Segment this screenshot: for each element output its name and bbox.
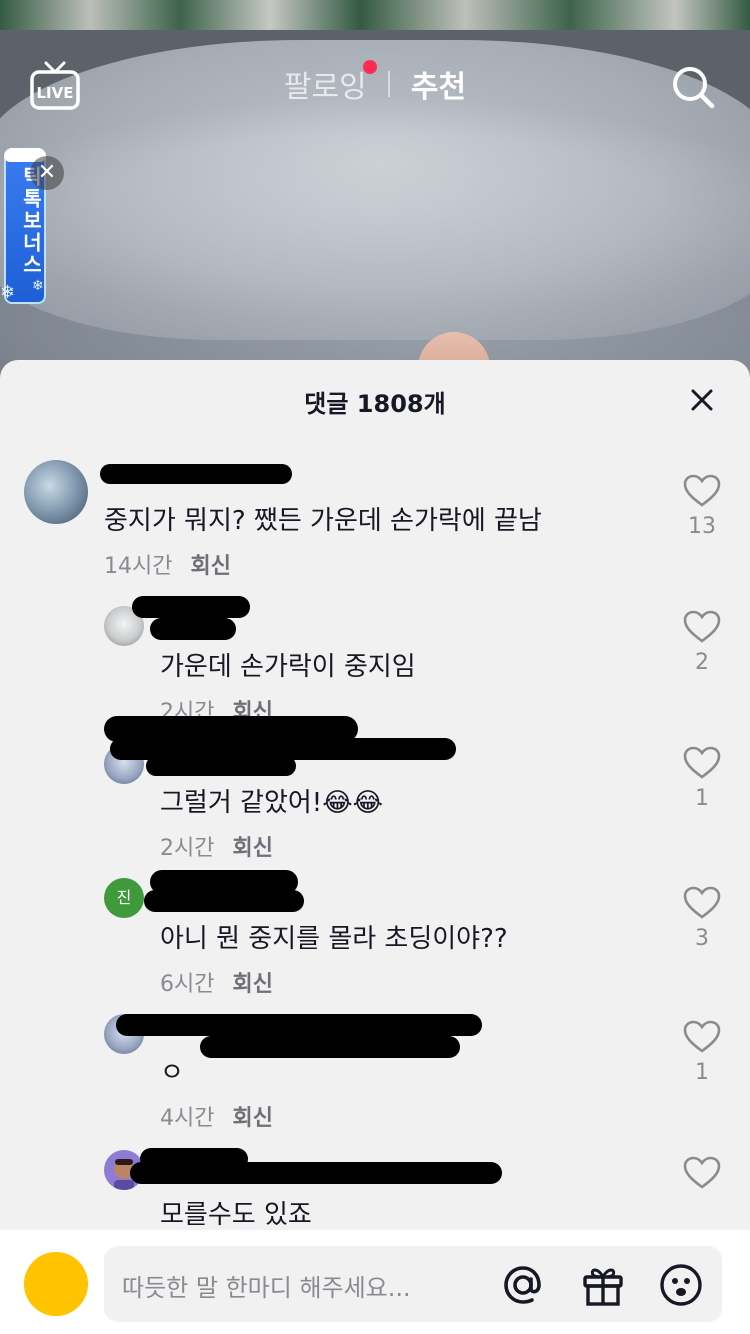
snowflake-icon: ❄ <box>32 278 44 294</box>
notification-dot <box>362 60 377 74</box>
like-count: 1 <box>695 786 709 811</box>
like-button[interactable]: 1 <box>680 746 724 811</box>
tab-recommended-label: 추천 <box>410 70 467 105</box>
comment-text: 중지가 뭐지? 쨌든 가운데 손가락에 끝남 <box>104 506 542 536</box>
redaction-mark <box>200 1036 460 1058</box>
mention-button[interactable] <box>500 1262 546 1308</box>
comment-text: 아니 뭔 중지를 몰라 초딩이야?? <box>160 924 508 954</box>
reply-button[interactable]: 회신 <box>190 554 230 579</box>
at-sign-icon <box>504 1266 541 1304</box>
reply-button[interactable]: 회신 <box>232 972 272 997</box>
comments-sheet: 댓글 1808개 s 중지가 뭐지? 쨌든 가운데 손가락에 끝남 14시간회신… <box>0 360 750 1334</box>
heart-icon <box>683 610 721 643</box>
comment-meta: 4시간 회신 <box>160 1100 273 1132</box>
like-button[interactable]: 13 <box>680 474 724 539</box>
like-count: 3 <box>695 926 709 951</box>
heart-icon <box>683 746 721 779</box>
tab-following[interactable]: 팔로잉 <box>283 60 377 106</box>
like-button[interactable]: 1 <box>680 1020 724 1085</box>
heart-icon <box>683 474 721 507</box>
reply-button[interactable]: 회신 <box>232 836 272 861</box>
comment-time: 4시간 <box>160 1106 215 1131</box>
emoji-button[interactable] <box>658 1262 704 1308</box>
top-navigation: LIVE 팔로잉 추천 <box>0 52 750 116</box>
redaction-mark <box>132 596 250 618</box>
emoji-icon <box>660 1264 702 1306</box>
comment-meta: 6시간 회신 <box>160 966 273 998</box>
heart-icon <box>683 886 721 919</box>
snowflake-icon: ❄ <box>0 282 16 303</box>
my-avatar[interactable] <box>24 1252 88 1316</box>
comments-header: 댓글 1808개 <box>0 360 750 440</box>
comment-time: 14시간 <box>104 554 173 579</box>
search-button[interactable] <box>670 64 716 110</box>
comment-time: 2시간 <box>160 836 215 861</box>
gift-icon <box>583 1268 623 1306</box>
comment-text: ㅇ <box>160 1058 184 1088</box>
redaction-mark <box>100 464 292 484</box>
comment-text: 모를수도 있죠 <box>160 1200 312 1230</box>
avatar[interactable]: 진 <box>104 878 144 918</box>
comment-input-placeholder: 따듯한 말 한마디 해주세요... <box>122 1274 411 1302</box>
tab-divider <box>387 71 390 97</box>
close-icon <box>691 389 713 411</box>
tab-recommended[interactable]: 추천 <box>411 62 466 106</box>
comments-title: 댓글 1808개 <box>304 390 446 418</box>
comment-text: 그럴거 같았어!😂😂 <box>160 788 383 818</box>
bonus-close-button[interactable]: ✕ <box>30 156 64 190</box>
redaction-mark <box>116 1014 482 1036</box>
heart-icon <box>683 1020 721 1053</box>
like-count: 13 <box>688 514 716 539</box>
gift-button[interactable] <box>580 1262 626 1308</box>
like-count: 2 <box>695 650 709 675</box>
close-comments-button[interactable] <box>686 384 718 416</box>
feed-tabs: 팔로잉 추천 <box>0 60 750 106</box>
like-count: 1 <box>695 1060 709 1085</box>
video-fabric-strip <box>0 0 750 30</box>
like-button[interactable] <box>680 1156 724 1194</box>
redaction-mark <box>144 890 304 912</box>
comment-input-bar: 따듯한 말 한마디 해주세요... <box>0 1230 750 1334</box>
redaction-mark <box>146 756 296 776</box>
heart-icon <box>683 1156 721 1189</box>
comment-time: 6시간 <box>160 972 215 997</box>
like-button[interactable]: 3 <box>680 886 724 951</box>
tab-following-label: 팔로잉 <box>283 70 367 105</box>
avatar-initial: 진 <box>116 888 132 907</box>
comment-text: 가운데 손가락이 중지임 <box>160 652 416 682</box>
comment-meta: 14시간 회신 <box>104 548 231 580</box>
redaction-mark <box>150 618 236 640</box>
like-button[interactable]: 2 <box>680 610 724 675</box>
avatar[interactable] <box>24 460 88 524</box>
reply-button[interactable]: 회신 <box>232 1106 272 1131</box>
redaction-mark <box>130 1162 502 1184</box>
comment-input[interactable]: 따듯한 말 한마디 해주세요... <box>104 1246 722 1322</box>
comment-meta: 2시간 회신 <box>160 830 273 862</box>
close-icon: ✕ <box>37 160 57 185</box>
search-icon <box>673 67 715 109</box>
